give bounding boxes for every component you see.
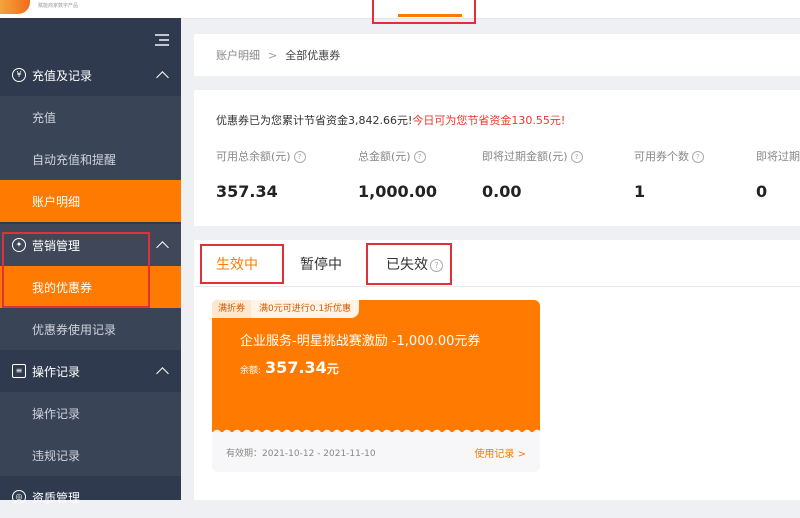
chevron-up-icon [156,70,169,84]
coupon-rule: 满0元可进行0.1折优惠 [251,300,360,318]
coupon-badge: 满折券 满0元可进行0.1折优惠 [212,300,360,318]
sidebar-item-coupon-usage[interactable]: 优惠券使用记录 [0,308,181,350]
sidebar-group-operations[interactable]: ≡ 操作记录 [0,350,181,392]
sidebar-item-operation-log[interactable]: 操作记录 [0,392,181,434]
logo[interactable] [0,0,30,14]
metric-total-amount: 总金额(元)? 1,000.00 [358,150,437,201]
annotation-box-tab-active [200,244,284,284]
chevron-up-icon [156,240,169,254]
usage-record-link[interactable]: 使用记录 > [474,445,526,460]
coupon-footer: 有效期：2021-10-12 - 2021-11-10 使用记录 > [212,432,540,472]
help-icon[interactable]: ? [293,151,306,163]
sidebar-item-violations[interactable]: 违规记录 [0,434,181,476]
savings-notice: 优惠券已为您累计节省资金3,842.66元!今日可为您节省资金130.55元! [216,114,566,127]
sidebar-group-qualification[interactable]: ◎ 资质管理 [0,476,181,518]
coupon-type-badge: 满折券 [212,300,252,318]
sidebar-group-label: 操作记录 [32,364,81,379]
sidebar-item-auto-recharge[interactable]: 自动充值和提醒 [0,138,181,180]
savings-summary: 优惠券已为您累计节省资金3,842.66元!今日可为您节省资金130.55元! … [194,90,800,226]
coupon-validity: 有效期：2021-10-12 - 2021-11-10 [226,449,376,459]
coupon-status-tabs: 生效中 暂停中 已失效? [194,240,800,287]
sidebar-item-account-details[interactable]: 账户明细 [0,180,181,222]
logo-tagline: 赋能商家数字产品 [38,3,79,9]
coupon-title: 企业服务-明星挑战赛激励 -1,000.00元券 [240,334,481,349]
sidebar-group-label: 充值及记录 [32,68,93,83]
breadcrumb-parent[interactable]: 账户明细 [216,47,260,63]
tab-paused[interactable]: 暂停中 [300,254,342,274]
coupon-card[interactable]: 满折券 满0元可进行0.1折优惠 企业服务-明星挑战赛激励 -1,000.00元… [212,300,540,472]
coupon-card-body: 满折券 满0元可进行0.1折优惠 企业服务-明星挑战赛激励 -1,000.00元… [212,300,540,432]
sidebar: ¥ 充值及记录 充值 自动充值和提醒 账户明细 ✦ 营销管理 我的优惠券 优惠券… [0,18,181,505]
coupon-balance: 余额: 357.34元 [240,358,339,377]
breadcrumb-separator: > [268,48,278,62]
sidebar-group-label: 资质管理 [32,490,81,505]
metric-expiring-soon: 即将过期 0 [756,150,800,201]
top-bar: 赋能商家数字产品 [0,0,800,24]
help-icon[interactable]: ? [692,151,704,163]
help-icon[interactable]: ? [413,151,426,163]
qualification-icon: ◎ [12,490,26,504]
savings-highlight: 今日可为您节省资金130.55元! [412,114,566,127]
breadcrumb: 账户明细 > 全部优惠券 [194,34,800,76]
metric-expiring-amount: 即将过期金额(元)? 0.00 [482,148,583,201]
help-icon[interactable]: ? [570,151,583,163]
metric-coupon-count: 可用券个数? 1 [634,148,704,201]
metric-available-balance: 可用总余额(元)? 357.34 [216,148,306,201]
chevron-up-icon [156,366,169,380]
coupon-panel: 生效中 暂停中 已失效? 满折券 满0元可进行0.1折优惠 企业服务-明星挑战赛… [194,240,800,500]
sidebar-item-recharge[interactable]: 充值 [0,96,181,138]
breadcrumb-current: 全部优惠券 [285,49,341,62]
sidebar-group-recharge[interactable]: ¥ 充值及记录 [0,54,181,96]
annotation-box-tab-expired [366,243,452,285]
recharge-icon: ¥ [12,68,26,82]
annotation-box-sidebar [2,232,150,308]
document-icon: ≡ [12,364,26,378]
collapse-menu-icon[interactable] [155,34,169,46]
annotation-box-topnav [372,0,476,24]
